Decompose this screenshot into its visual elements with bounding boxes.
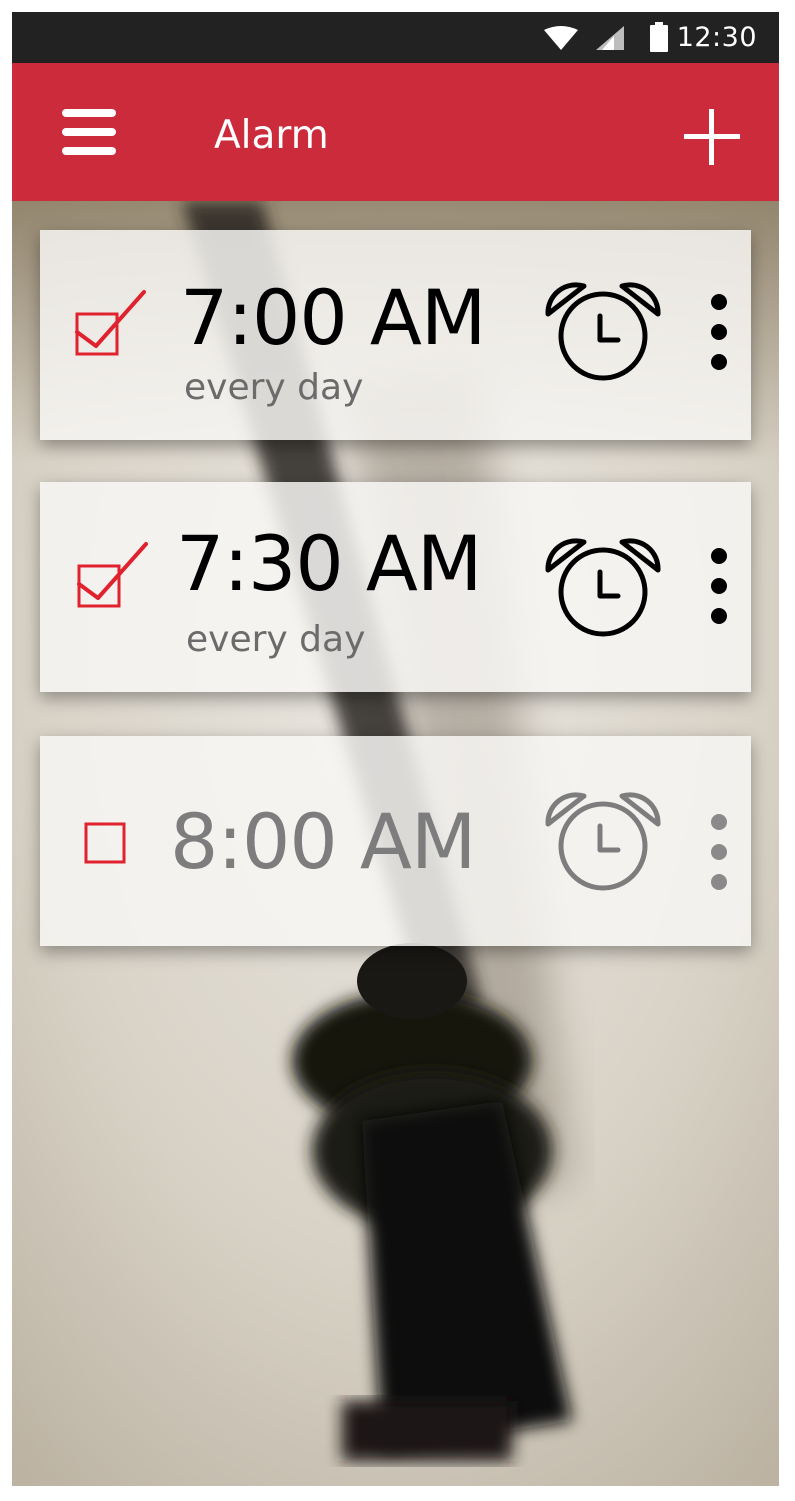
battery-icon: [650, 22, 668, 52]
alarm-clock-icon[interactable]: [542, 536, 664, 638]
status-bar: 12:30: [12, 12, 779, 63]
checkbox-checked-icon[interactable]: [74, 284, 148, 358]
alarm-time: 7:00 AM: [180, 273, 486, 362]
status-time: 12:30: [676, 22, 757, 53]
more-options-icon[interactable]: [704, 292, 734, 372]
checkbox-unchecked-icon[interactable]: [84, 822, 128, 866]
more-options-icon[interactable]: [704, 546, 734, 626]
alarm-card[interactable]: 7:00 AM every day: [40, 230, 751, 440]
checkbox-checked-icon[interactable]: [76, 536, 150, 610]
app-bar: Alarm: [12, 63, 779, 201]
alarm-clock-icon[interactable]: [542, 280, 664, 382]
cell-signal-icon: [596, 26, 624, 50]
alarm-repeat: every day: [186, 619, 366, 660]
alarm-repeat: every day: [184, 367, 364, 408]
more-options-icon[interactable]: [704, 812, 734, 892]
app-title: Alarm: [214, 113, 329, 158]
alarm-card[interactable]: 8:00 AM: [40, 736, 751, 946]
hamburger-menu-icon[interactable]: [60, 105, 120, 159]
add-alarm-button[interactable]: [682, 107, 742, 167]
alarm-time: 8:00 AM: [170, 797, 476, 886]
wifi-icon: [544, 26, 578, 50]
alarm-clock-icon[interactable]: [542, 790, 664, 892]
alarm-card[interactable]: 7:30 AM every day: [40, 482, 751, 692]
alarm-time: 7:30 AM: [176, 519, 482, 608]
phone-screen: 12:30 Alarm 7:00 AM every day 7:30 AM ev…: [12, 12, 779, 1486]
